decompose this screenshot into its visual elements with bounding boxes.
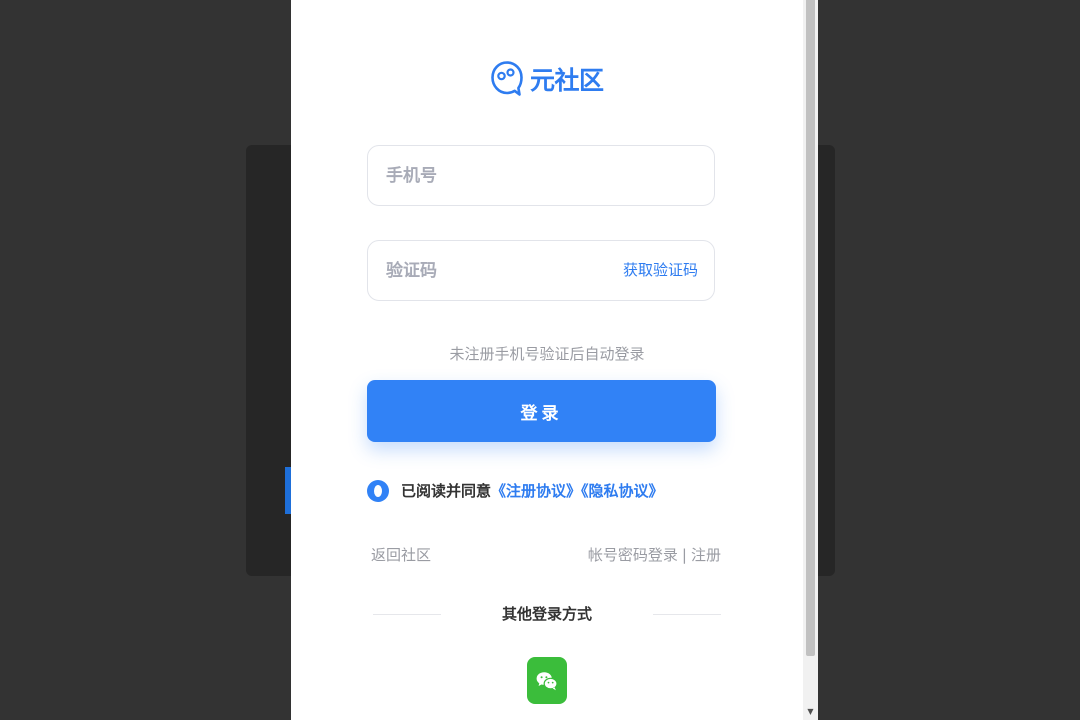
alt-links: 帐号密码登录 | 注册 <box>588 544 721 565</box>
login-button[interactable]: 登录 <box>367 380 716 442</box>
password-login-link[interactable]: 帐号密码登录 <box>588 546 678 564</box>
other-login-header: 其他登录方式 <box>373 603 721 625</box>
login-modal: 元社区 获取验证码 未注册手机号验证后自动登录 登录 已阅读并同意《注册协议》《… <box>291 0 803 720</box>
bubble-face-icon <box>491 61 523 96</box>
agreement-prefix: 已阅读并同意 <box>401 482 492 500</box>
wechat-icon <box>536 671 558 690</box>
vertical-scrollbar[interactable]: ▼ <box>803 0 818 720</box>
agreement-row: 已阅读并同意《注册协议》《隐私协议》 <box>367 478 664 503</box>
register-link[interactable]: 注册 <box>691 546 721 564</box>
get-code-button[interactable]: 获取验证码 <box>623 241 698 300</box>
terms-link[interactable]: 《注册协议》 <box>491 482 581 500</box>
agreement-radio[interactable] <box>367 479 389 502</box>
phone-input[interactable] <box>386 146 606 205</box>
scroll-down-arrow-icon[interactable]: ▼ <box>803 706 818 718</box>
privacy-link[interactable]: 《隐私协议》 <box>581 482 664 500</box>
phone-field[interactable] <box>367 145 715 206</box>
brand-logo: 元社区 <box>490 60 604 98</box>
link-separator: | <box>681 546 687 564</box>
back-to-community-link[interactable]: 返回社区 <box>371 544 431 565</box>
auto-register-hint: 未注册手机号验证后自动登录 <box>449 345 645 363</box>
brand-name: 元社区 <box>530 66 604 95</box>
verification-code-input[interactable] <box>386 241 606 300</box>
verification-code-field[interactable]: 获取验证码 <box>367 240 715 301</box>
agreement-text: 已阅读并同意《注册协议》《隐私协议》 <box>401 480 664 501</box>
scrollbar-thumb[interactable] <box>806 0 815 656</box>
wechat-login-button[interactable] <box>527 657 567 704</box>
divider-right <box>653 614 721 615</box>
